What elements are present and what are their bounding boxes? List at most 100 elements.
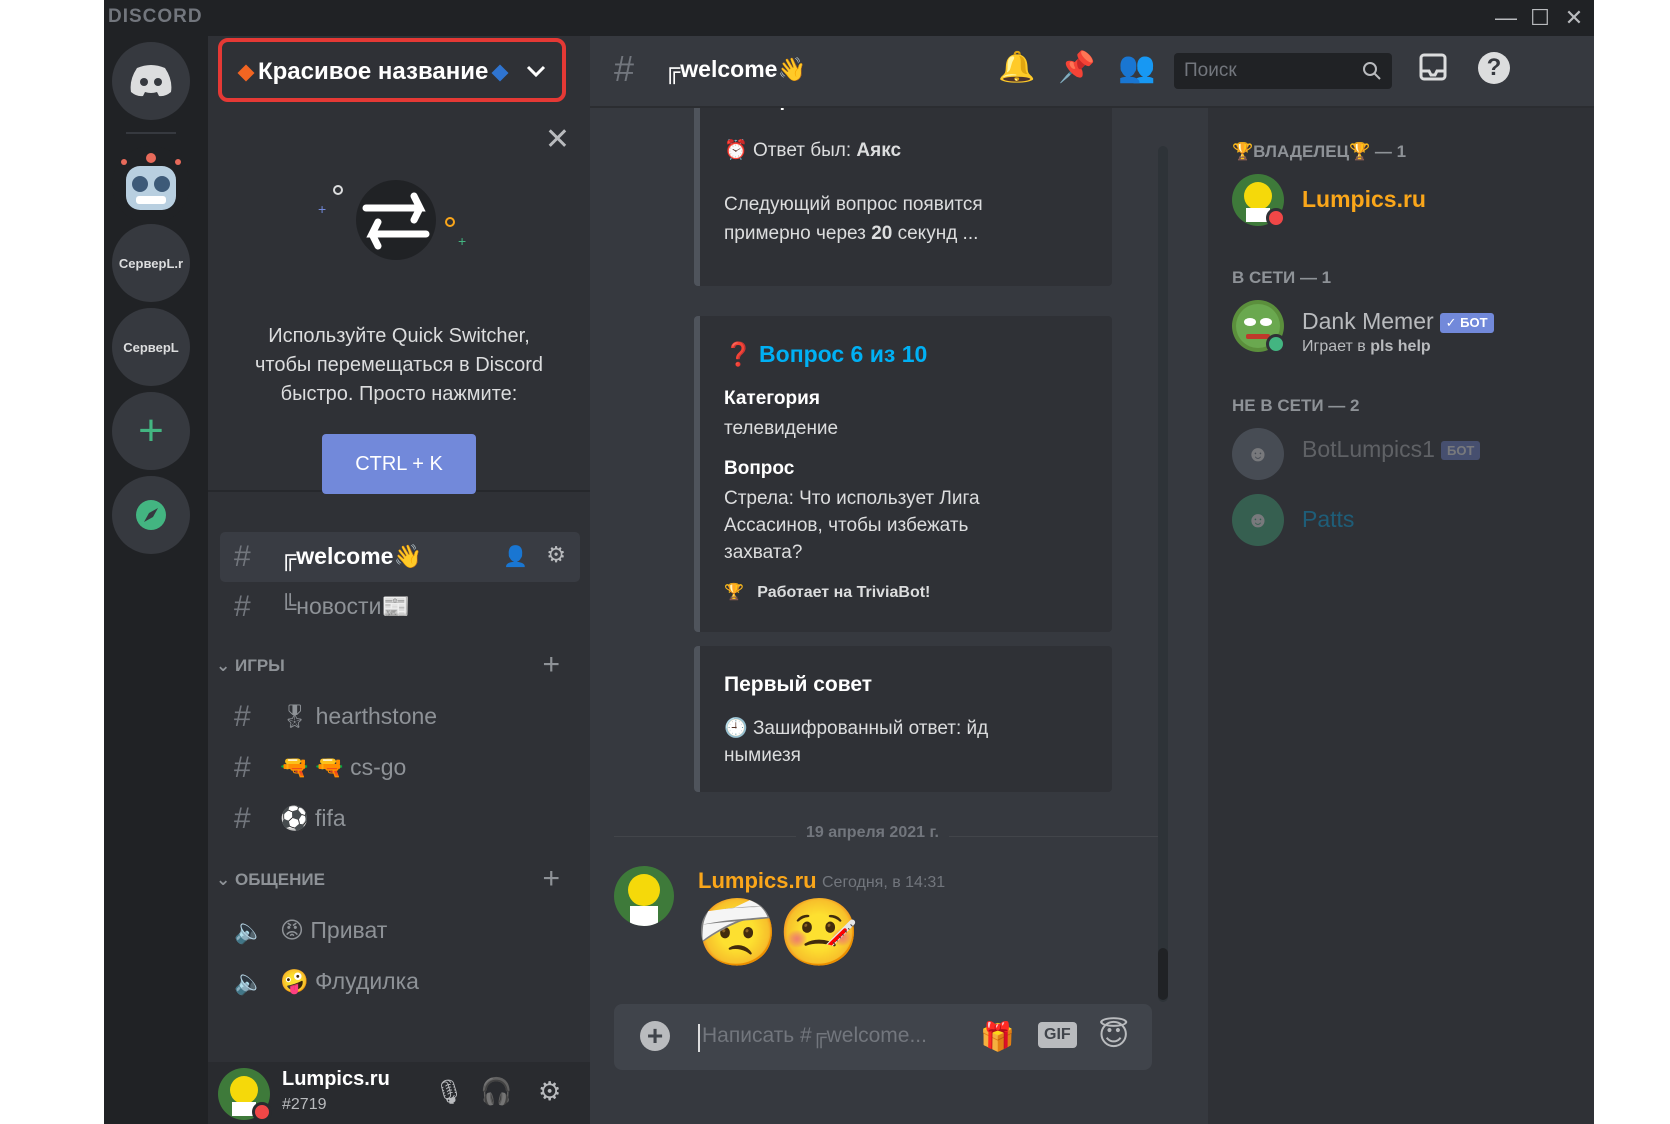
category-social[interactable]: ⌄ ОБЩЕНИЕ + [216,862,576,895]
member-botlumpics1[interactable]: ☻ BotLumpics1 БОТ [1232,428,1582,488]
add-server-button[interactable]: + [112,392,190,470]
member-avatar [1232,174,1286,228]
scrollbar-track[interactable] [1158,146,1168,1002]
gear-icon[interactable]: ⚙ [546,542,566,568]
home-button[interactable] [112,42,190,120]
channel-welcome[interactable]: # ╔welcome👋 👤 ⚙ [220,532,580,582]
pin-icon[interactable]: 📌 [1058,50,1095,85]
emoji-picker-icon[interactable]: 😇 [1098,1018,1129,1053]
category-value: телевидение [724,418,839,439]
chevron-down-icon: ⌄ [216,656,235,675]
gif-button[interactable]: GIF [1038,1022,1077,1048]
close-icon[interactable]: ✕ [545,122,570,157]
embed-next-1: Следующий вопрос появится [724,194,983,215]
member-avatar [1232,300,1286,354]
channel-emoji: 🤪 [280,968,309,994]
question-line: Ассасинов, чтобы избежать [724,515,969,536]
trivia-embed-question: ❓ Вопрос 6 из 10 Категория телевидение В… [694,316,1112,632]
bell-icon[interactable]: 🔔 [998,50,1035,85]
voice-channel-private[interactable]: 🔈 😡 Приват [220,906,580,956]
svg-text:+: + [458,233,466,249]
thermometer-face-emoji[interactable]: 🤒 [778,895,860,969]
server-icon-serverl[interactable]: СерверL [112,308,190,386]
member-dank-memer[interactable]: Dank Memer ✓ БОТ Играет в pls help [1232,300,1582,360]
server-icon-serverl-r[interactable]: СерверL.r [112,224,190,302]
close-window-button[interactable]: ✕ [1554,2,1594,34]
invite-icon[interactable]: 👤 [503,544,528,569]
member-patts[interactable]: ☻ Patts [1232,494,1582,554]
add-channel-icon[interactable]: + [542,862,560,896]
member-owner[interactable]: Lumpics.ru [1232,174,1582,234]
discord-logo-icon: ☻ [1246,507,1270,532]
next-seconds: 20 [871,223,893,244]
message-avatar[interactable] [614,866,674,926]
server-icon-robot[interactable] [112,146,190,224]
member-category-owner: 🏆ВЛАДЕЛЕЦ🏆 — 1 [1232,142,1406,162]
inbox-icon[interactable] [1418,52,1448,82]
channel-prefix: ╚ [280,593,297,619]
gift-icon[interactable]: 🎁 [980,1020,1015,1053]
category-label: Категория [724,388,820,409]
channel-cs-go[interactable]: # 🔫 🔫 cs-go [220,743,580,793]
answer-prefix: Ответ был: [752,140,857,161]
plus-icon: + [138,406,164,455]
next-text: секунд ... [892,223,979,244]
members-icon[interactable]: 👥 [1118,50,1155,85]
channel-emoji: 📰 [381,593,411,619]
category-count: — 1 [1370,142,1407,161]
title-bar: DISCORD — ☐ ✕ [104,0,1594,36]
member-name: Lumpics.ru [1302,186,1426,212]
category-games[interactable]: ⌄ ИГРЫ + [216,648,576,681]
chevron-down-icon [526,65,546,78]
add-channel-icon[interactable]: + [542,648,560,682]
robot-icon [121,153,181,210]
channel-hearthstone[interactable]: # 🎖 hearthstone [220,692,580,742]
trivia-embed-hint: Первый совет 🕘 Зашифрованный ответ: йд н… [694,646,1112,792]
message-author[interactable]: Lumpics.ru [698,868,817,894]
member-name: BotLumpics1 БОТ [1302,436,1481,463]
clock-icon: 🕘 [724,718,748,739]
compass-icon [136,500,166,530]
server-list: СерверL.r СерверL + [104,36,208,1124]
headphones-icon[interactable]: 🎧 [480,1076,512,1107]
search-box[interactable]: Поиск [1174,53,1392,89]
switch-arrows-icon: + + [318,180,466,260]
explore-servers-button[interactable] [112,476,190,554]
category-label: ВЛАДЕЛЕЦ [1253,142,1349,161]
gear-icon[interactable]: ⚙ [538,1076,561,1107]
server-label: СерверL [123,339,179,355]
quick-switcher-shortcut-button[interactable]: CTRL + K [322,434,476,494]
question-title[interactable]: ❓ Вопрос 6 из 10 [724,340,927,369]
channel-emoji: 🔫 🔫 [280,754,344,780]
qs-line: чтобы перемещаться в Discord [254,354,544,376]
footer-text: Работает на TriviaBot! [757,584,931,601]
qs-line: Используйте Quick Switcher, [268,325,530,347]
channel-name: Флудилка [315,968,419,994]
user-avatar[interactable] [218,1068,272,1122]
chevron-down-icon: ⌄ [216,870,235,889]
date-divider: 19 апреля 2021 г. [796,824,949,842]
channel-news[interactable]: # ╚новости📰 [220,582,580,632]
message-timestamp: Сегодня, в 14:31 [822,874,946,891]
online-status-icon [1266,334,1286,354]
search-input[interactable]: Поиск [1184,60,1237,82]
next-text: примерно через [724,223,872,244]
server-header[interactable]: Красивое название [218,38,566,102]
scrollbar-thumb[interactable] [1158,948,1168,1000]
channel-fifa[interactable]: # ⚽ fifa [220,794,580,844]
question-label: Вопрос [724,458,795,479]
guild-separator [126,132,176,134]
voice-channel-flood[interactable]: 🔈 🤪 Флудилка [220,957,580,1007]
microphone-icon[interactable]: 🎙 [434,1078,464,1107]
attach-plus-icon[interactable]: + [640,1021,670,1051]
activity-prefix: Играет в [1302,338,1371,355]
channel-emoji: 🎖 [280,703,310,729]
trophy-icon: 🏆 [1232,142,1254,161]
member-avatar: ☻ [1232,494,1284,546]
message-input[interactable]: Написать #╔welcome... [702,1024,927,1048]
help-icon[interactable]: ? [1478,52,1510,84]
member-name: Patts [1302,506,1355,532]
injured-face-emoji[interactable]: 🤕 [696,895,778,969]
channel-emoji: 😡 [280,917,304,943]
embed-answer: ⏰ Ответ был: Аякс [724,136,901,165]
